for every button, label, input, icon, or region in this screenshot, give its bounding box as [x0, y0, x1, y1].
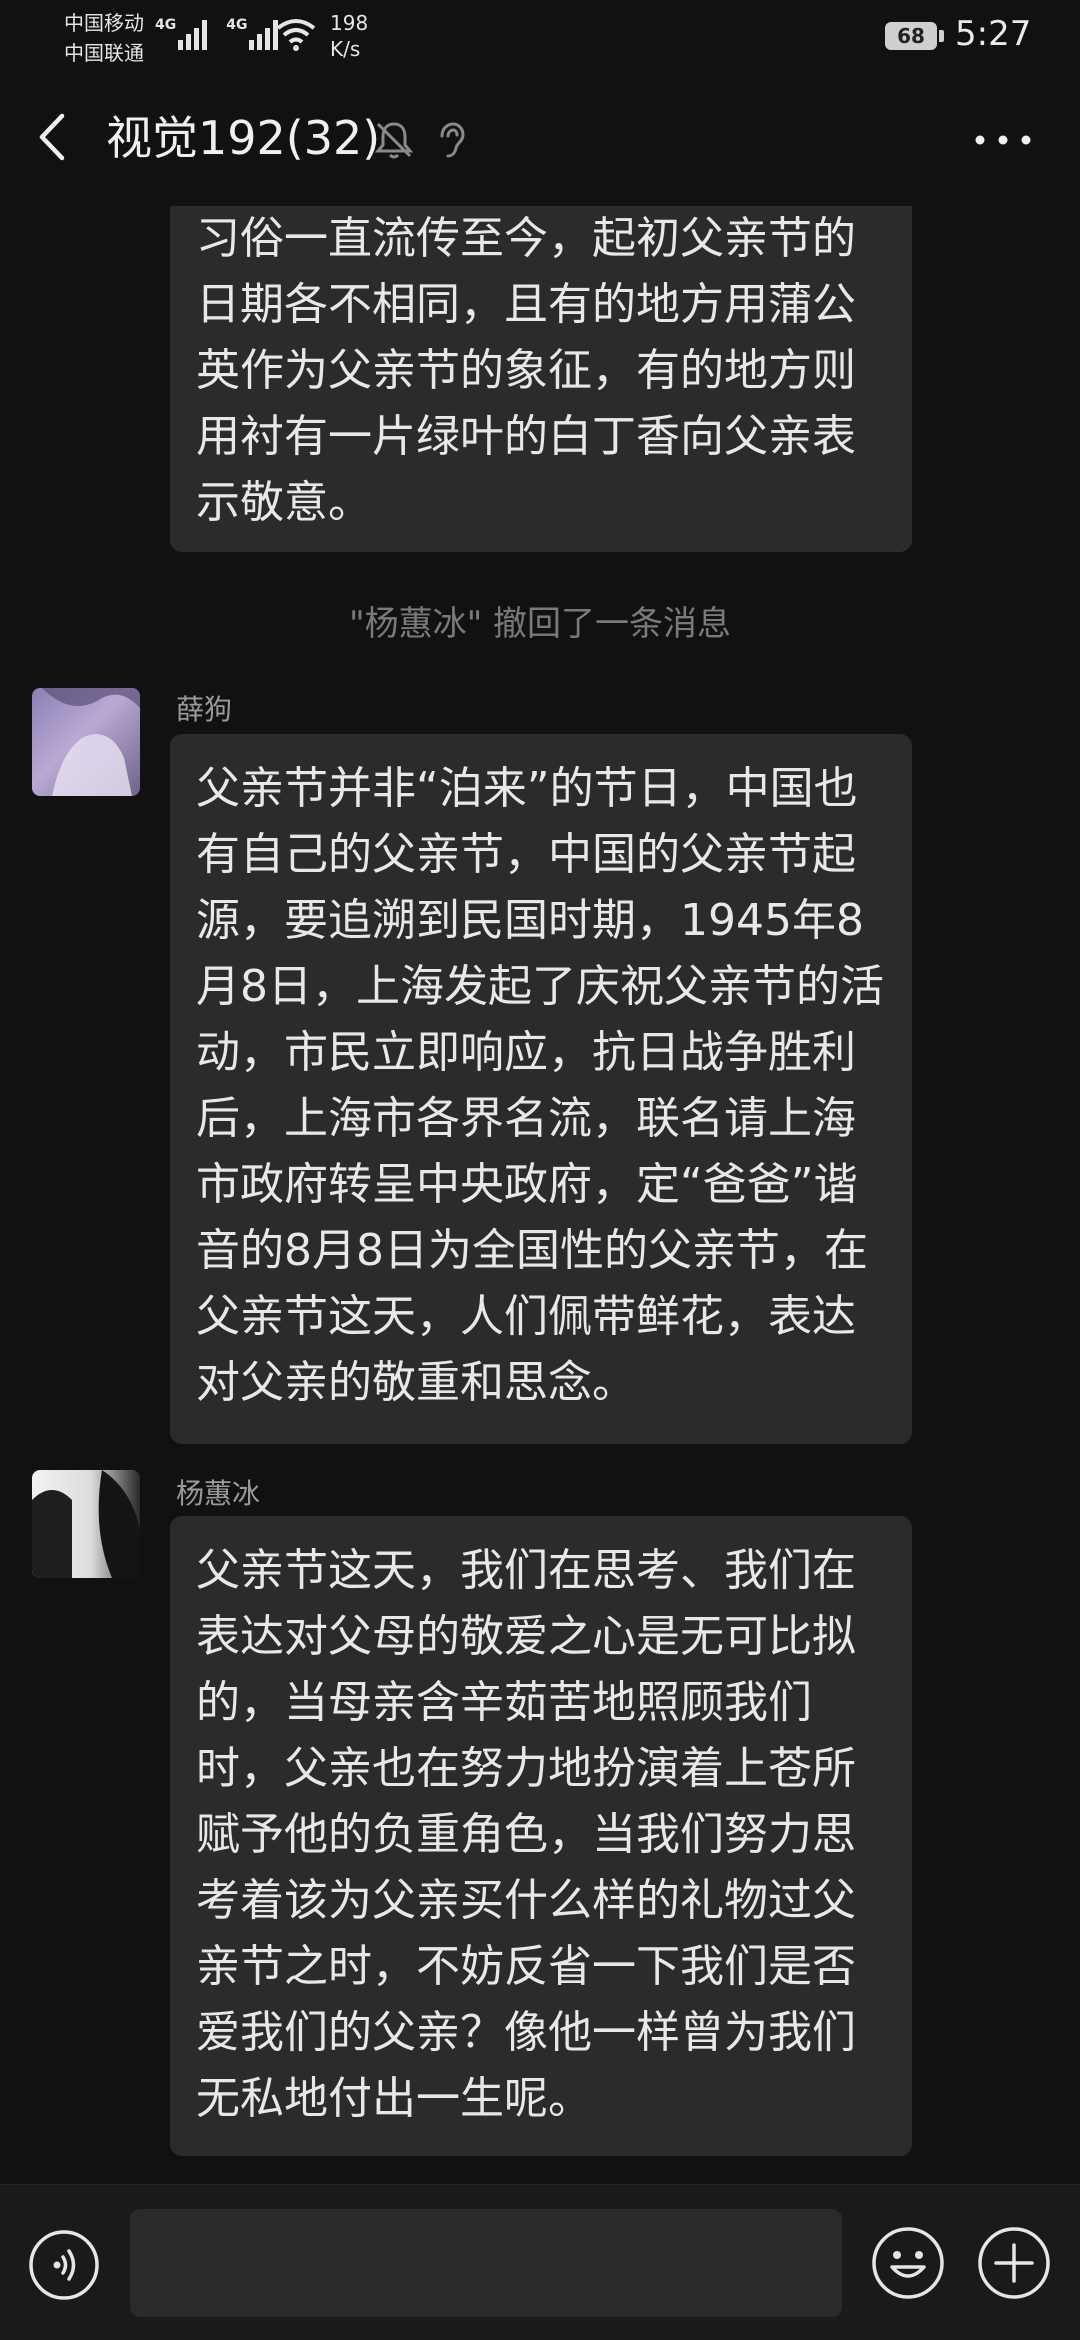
sim1-network-tag: 4G	[155, 17, 177, 33]
chat-message-list[interactable]: 习俗一直流传至今，起初父亲节的日期各不相同，且有的地方用蒲公英作为父亲节的象征，…	[0, 206, 1080, 2184]
sender-name: 薛狗	[176, 693, 233, 726]
message-bubble[interactable]: 父亲节并非“泊来”的节日，中国也有自己的父亲节，中国的父亲节起源，要追溯到民国时…	[170, 734, 912, 1444]
net-speed-value: 198	[330, 11, 369, 35]
back-icon	[39, 113, 65, 161]
carrier-1: 中国移动	[64, 11, 144, 35]
message-bubble[interactable]: 父亲节这天，我们在思考、我们在表达对父母的敬爱之心是无可比拟的，当母亲含辛茹苦地…	[170, 1516, 912, 2156]
message-bubble[interactable]: 习俗一直流传至今，起初父亲节的日期各不相同，且有的地方用蒲公英作为父亲节的象征，…	[170, 206, 912, 552]
avatar[interactable]	[32, 688, 140, 796]
back-button[interactable]	[28, 106, 78, 168]
battery-tip	[939, 30, 944, 42]
sim2-signal: 4G	[226, 18, 281, 50]
mute-bell-icon	[372, 118, 416, 162]
message-input[interactable]	[130, 2209, 842, 2317]
net-speed-unit: K/s	[330, 37, 361, 61]
signal-icon	[178, 18, 210, 50]
sim1-signal: 4G	[155, 18, 210, 50]
voice-icon	[29, 2230, 99, 2300]
sender-name: 杨蕙冰	[176, 1477, 261, 1510]
carrier-info: 中国移动 中国联通	[64, 8, 144, 68]
network-speed: 198 K/s	[330, 10, 368, 62]
more-button[interactable]	[968, 118, 1038, 162]
ear-icon	[428, 118, 472, 162]
clock: 5:27	[955, 14, 1032, 54]
carrier-2: 中国联通	[64, 41, 144, 65]
emoji-icon	[872, 2227, 944, 2299]
battery-level: 68	[897, 24, 925, 48]
sim2-network-tag: 4G	[226, 17, 248, 33]
recall-notice: "杨蕙冰" 撤回了一条消息	[348, 604, 732, 644]
emoji-button[interactable]	[870, 2225, 946, 2301]
chat-header: 视觉192(32)	[0, 76, 1080, 206]
voice-button[interactable]	[28, 2229, 100, 2301]
avatar[interactable]	[32, 1470, 140, 1578]
status-bar: 中国移动 中国联通 4G 4G 198 K/s 68 5:27	[0, 0, 1080, 76]
plus-icon	[978, 2227, 1050, 2299]
more-icon	[975, 135, 1031, 145]
message-input-bar	[0, 2184, 1080, 2340]
battery-icon: 68	[885, 22, 937, 50]
chat-title: 视觉192(32)	[106, 111, 381, 165]
wifi-icon	[276, 18, 316, 56]
plus-button[interactable]	[976, 2225, 1052, 2301]
